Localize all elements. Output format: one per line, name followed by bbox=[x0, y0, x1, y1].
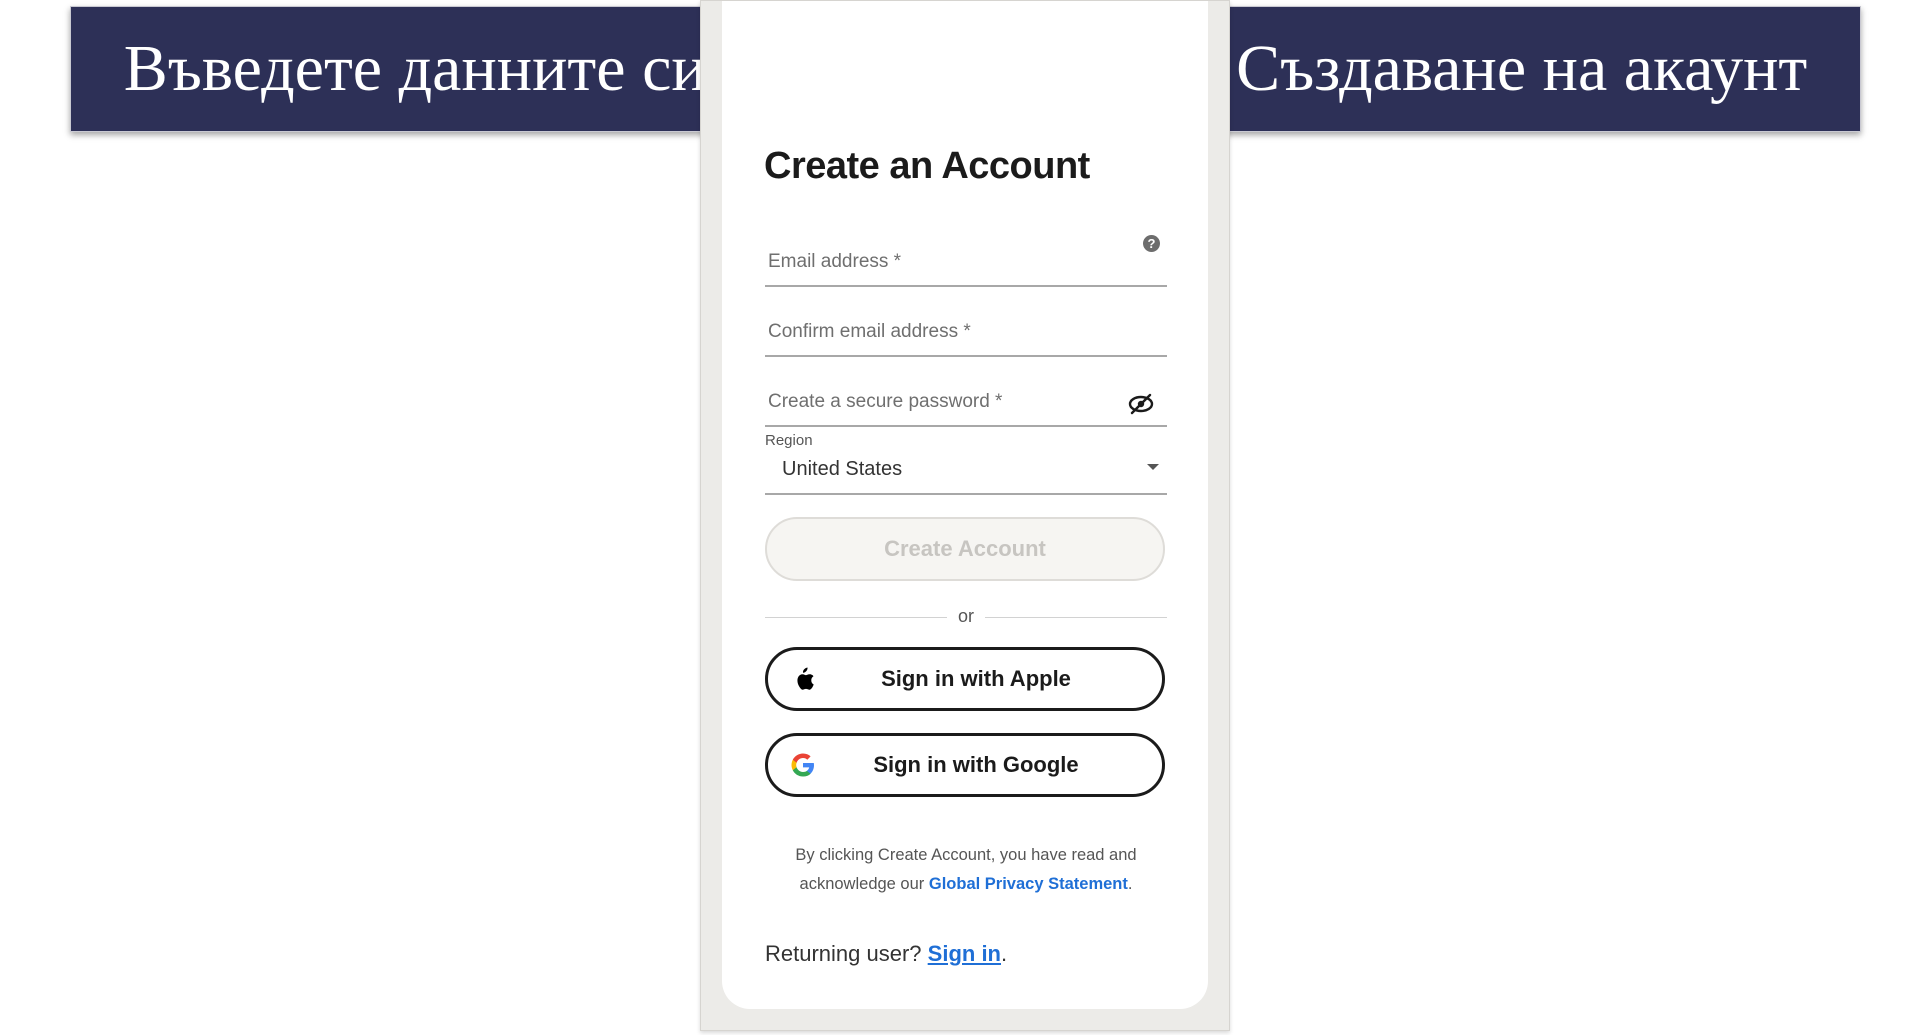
email-field[interactable]: Email address * ? bbox=[765, 227, 1167, 287]
region-label: Region bbox=[765, 432, 813, 449]
password-field[interactable]: Create a secure password * bbox=[765, 367, 1167, 427]
email-placeholder: Email address * bbox=[768, 251, 902, 272]
create-account-card: Create an Account Email address * ? Conf… bbox=[722, 1, 1208, 1009]
or-divider: or bbox=[765, 606, 1167, 628]
returning-user-text: Returning user? bbox=[765, 941, 922, 966]
divider-line-right bbox=[985, 617, 1167, 618]
privacy-statement-link[interactable]: Global Privacy Statement bbox=[929, 875, 1128, 893]
password-placeholder: Create a secure password * bbox=[768, 391, 1003, 412]
apple-logo-icon bbox=[797, 667, 814, 690]
create-account-label: Create Account bbox=[884, 536, 1046, 561]
sign-in-apple-button[interactable]: Sign in with Apple bbox=[765, 647, 1165, 711]
sign-in-link[interactable]: Sign in bbox=[928, 941, 1001, 966]
page-title: Create an Account bbox=[764, 145, 1090, 187]
region-value: United States bbox=[782, 458, 903, 480]
create-account-button[interactable]: Create Account bbox=[765, 517, 1165, 581]
page-frame: Create an Account Email address * ? Conf… bbox=[700, 0, 1230, 1031]
confirm-email-field[interactable]: Confirm email address * bbox=[765, 297, 1167, 357]
eye-off-icon[interactable] bbox=[1127, 393, 1155, 415]
legal-suffix: . bbox=[1127, 875, 1133, 893]
returning-user-row: Returning user? Sign in. bbox=[765, 941, 1007, 967]
google-button-label: Sign in with Google bbox=[873, 752, 1079, 777]
google-logo-icon bbox=[791, 753, 814, 777]
returning-suffix: . bbox=[1001, 941, 1008, 966]
help-circle-icon[interactable]: ? bbox=[1143, 235, 1160, 252]
caret-down-icon bbox=[1147, 464, 1159, 470]
apple-button-label: Sign in with Apple bbox=[881, 666, 1071, 691]
sign-in-google-button[interactable]: Sign in with Google bbox=[765, 733, 1165, 797]
region-select[interactable]: United States bbox=[765, 453, 1167, 495]
confirm-email-placeholder: Confirm email address * bbox=[768, 321, 971, 342]
legal-notice: By clicking Create Account, you have rea… bbox=[765, 841, 1167, 899]
